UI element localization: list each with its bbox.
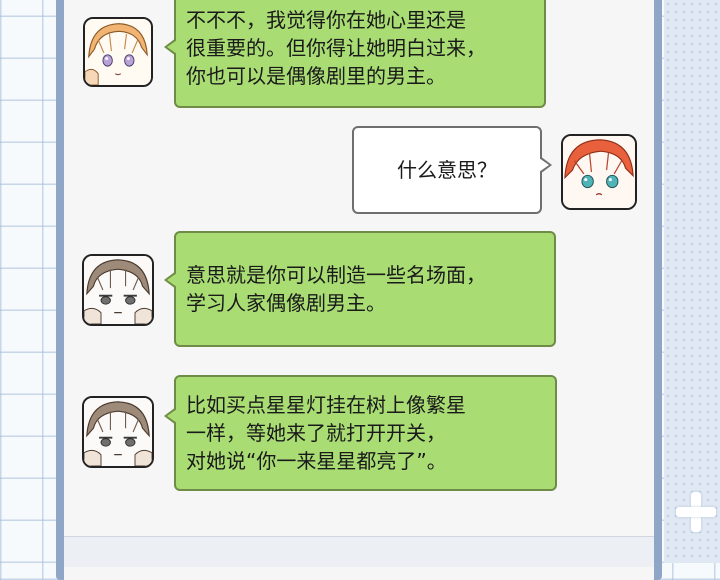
message-text: 对她说“你一来星星都亮了”。 (186, 449, 447, 473)
message-text: 一样，等她来了就打开开关， (186, 421, 446, 445)
chat-input-bar[interactable] (64, 536, 654, 567)
avatar-blonde-friend[interactable] (83, 17, 153, 87)
message-text: 什么意思？ (397, 158, 497, 182)
blonde-friend-face-icon (85, 19, 151, 85)
avatar-brown-hair-friend[interactable] (82, 254, 154, 326)
message-text: 学习人家偶像剧男主。 (186, 291, 386, 315)
side-dot-pattern (664, 0, 720, 563)
red-hair-boy-face-icon (563, 136, 635, 208)
message-bubble: 什么意思？ (352, 126, 552, 214)
avatar-brown-hair-friend[interactable] (82, 396, 154, 468)
sparkle-icon (676, 492, 716, 532)
brown-hair-friend-face-icon (84, 256, 152, 324)
message-bubble: 意思就是你可以制造一些名场面， 学习人家偶像剧男主。 (164, 231, 556, 347)
message-text: 比如买点星星灯挂在树上像繁星 (186, 393, 466, 417)
message-text: 不不不，我觉得你在她心里还是 (186, 8, 466, 32)
message-text: 意思就是你可以制造一些名场面， (186, 263, 486, 287)
brown-hair-friend-face-icon (84, 398, 152, 466)
message-bubble: 不不不，我觉得你在她心里还是 很重要的。但你得让她明白过来， 你也可以是偶像剧里… (164, 0, 546, 108)
avatar-red-hair-boy[interactable] (561, 134, 637, 210)
message-text: 你也可以是偶像剧里的男主。 (186, 64, 446, 88)
message-bubble: 比如买点星星灯挂在树上像繁星 一样，等她来了就打开开关， 对她说“你一来星星都亮… (164, 375, 557, 491)
message-text: 很重要的。但你得让她明白过来， (186, 36, 486, 60)
